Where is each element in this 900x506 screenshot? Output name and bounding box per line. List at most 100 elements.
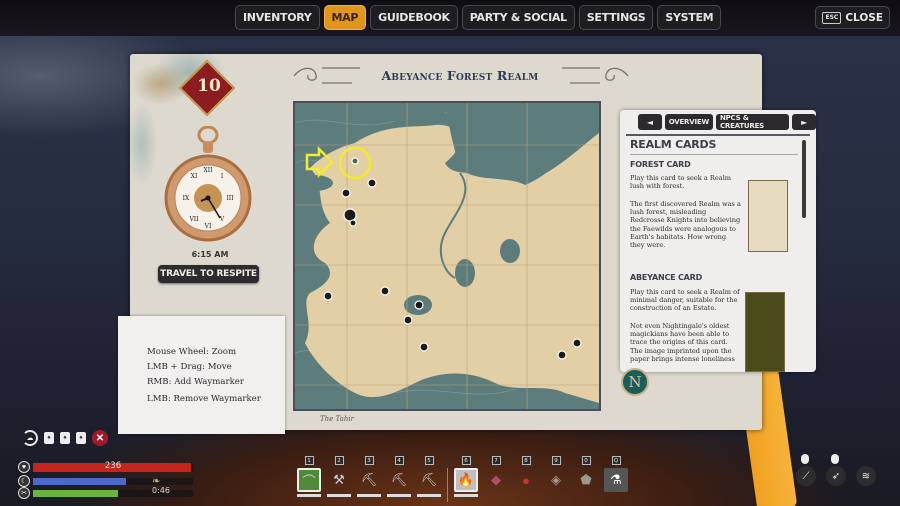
close-button[interactable]: ESC CLOSE: [815, 6, 890, 29]
slot-key: 9: [551, 456, 561, 465]
hotbar-slot[interactable]: 5 ⛏: [417, 456, 441, 497]
hotbar-slot[interactable]: Q ⚗: [604, 456, 628, 492]
house-icon[interactable]: [403, 315, 413, 325]
hotbar-slot[interactable]: 6 🔥: [454, 456, 478, 497]
esc-key-icon: ESC: [822, 11, 842, 24]
attack-icon[interactable]: ⟋: [796, 454, 816, 486]
tab-npcs-creatures[interactable]: NPCS & CREATURES: [715, 114, 790, 130]
abeyance-card-image: [745, 292, 785, 372]
pocket-watch-icon: XIIIIIVIIX IXIVVII: [164, 126, 252, 242]
shield-icon[interactable]: [572, 338, 582, 348]
card-lore: Not even Nightingale's oldest magickians…: [630, 322, 735, 363]
flourish-right-icon: [562, 67, 629, 84]
hotbar-slot[interactable]: 2 ⚒: [327, 456, 351, 497]
map-canvas[interactable]: [295, 103, 599, 409]
hotbar-slot[interactable]: 7 ◆: [484, 456, 508, 492]
camp-icon[interactable]: [349, 219, 357, 227]
divider: [626, 134, 810, 136]
tab-overview[interactable]: OVERVIEW: [664, 114, 713, 130]
codex-heading: REALM CARDS: [630, 138, 717, 151]
svg-text:VI: VI: [204, 223, 212, 230]
forest-card-image: [748, 180, 788, 252]
card-lore: The first discovered Realm was a lush fo…: [630, 200, 741, 250]
status-effects: ☁ ♠ ♠ ♠ ✕: [22, 430, 108, 446]
codex-prev-button[interactable]: ◄: [638, 114, 662, 130]
sprint-icon[interactable]: ➶: [826, 454, 846, 486]
hotbar-divider: [447, 468, 448, 502]
slot-key: 8: [521, 456, 531, 465]
buff-food-icon: ❧: [152, 476, 161, 487]
slot-key: 7: [491, 456, 501, 465]
berries-icon: ●: [522, 472, 530, 488]
realm-map[interactable]: [293, 101, 601, 411]
realm-title: Abeyance Forest Realm: [381, 68, 539, 83]
card-title: ABEYANCE CARD: [630, 273, 703, 282]
action-icons: ⟋ ➶ ≋: [796, 454, 876, 486]
close-label: CLOSE: [845, 11, 883, 24]
svg-text:XI: XI: [191, 173, 198, 180]
slot-key: 5: [424, 456, 434, 465]
meat-icon: ◆: [491, 472, 501, 487]
lake-3: [500, 239, 520, 263]
card-summary: Play this card to seek a Realm lush with…: [630, 174, 732, 191]
hotbar-slot[interactable]: 0 ⬟: [574, 456, 598, 492]
camp-icon[interactable]: [367, 178, 377, 188]
divider: [630, 154, 798, 155]
slot-key: 2: [334, 456, 344, 465]
slot-key: Q: [611, 456, 621, 465]
cancel-icon[interactable]: ✕: [92, 430, 108, 446]
tab-party-social[interactable]: PARTY & SOCIAL: [461, 5, 575, 30]
svg-text:III: III: [226, 195, 234, 202]
map-controls-note: Mouse Wheel: Zoom LMB + Drag: Move RMB: …: [118, 316, 285, 434]
hotbar: 1 ⌒ 2 ⚒ 3 ⛏ 4 ⛏ 5 ⛏ 6 🔥 7 ◆ 8 ● 9 ◈ 0 ⬟ Q ⚗: [297, 456, 628, 502]
codex-tabs: ◄ OVERVIEW NPCS & CREATURES ►: [638, 114, 816, 130]
camp-icon[interactable]: [419, 342, 429, 352]
codex-next-button[interactable]: ►: [792, 114, 816, 130]
axe-icon: ⚒: [333, 472, 345, 487]
slot-key: 4: [394, 456, 404, 465]
durability-bar: [417, 494, 441, 497]
codex-panel: ◄ OVERVIEW NPCS & CREATURES ► REALM CARD…: [620, 110, 816, 372]
dodge-icon[interactable]: ≋: [856, 466, 876, 486]
pickaxe-icon: ⛏: [390, 472, 408, 487]
card-summary: Play this card to seek a Realm of minima…: [630, 288, 740, 313]
hotbar-slot[interactable]: 3 ⛏: [357, 456, 381, 497]
tab-map[interactable]: MAP: [323, 5, 367, 30]
tab-guidebook[interactable]: GUIDEBOOK: [370, 5, 458, 30]
player-location-icon[interactable]: [343, 208, 357, 222]
durability-bar: [297, 494, 321, 497]
tab-settings[interactable]: SETTINGS: [578, 5, 654, 30]
rest-icon: ☁: [22, 430, 38, 446]
stone-icon: ⬟: [580, 472, 592, 487]
mouse-right-icon: [831, 454, 839, 464]
tab-inventory[interactable]: INVENTORY: [235, 5, 320, 30]
camp-icon[interactable]: [380, 286, 390, 296]
camp-icon[interactable]: [341, 188, 351, 198]
shield-icon[interactable]: [414, 300, 424, 310]
globe-icon[interactable]: [557, 350, 567, 360]
card-icon: ♠: [44, 432, 54, 444]
heart-icon: ♥: [18, 461, 30, 473]
mouse-left-icon: [801, 454, 809, 464]
health-track: 236: [33, 461, 193, 472]
hotbar-slot[interactable]: 4 ⛏: [387, 456, 411, 497]
utensils-icon: ✂: [18, 487, 30, 499]
tab-system[interactable]: SYSTEM: [657, 5, 722, 30]
codex-scrollbar[interactable]: [802, 140, 806, 218]
travel-to-respite-button[interactable]: TRAVEL TO RESPITE: [158, 265, 259, 283]
durability-bar: [327, 494, 351, 497]
control-hint: Mouse Wheel: Zoom: [147, 347, 237, 357]
waypoint-icon[interactable]: [351, 157, 359, 165]
torch-icon: 🔥: [454, 468, 478, 492]
stamina-track: [33, 477, 193, 485]
hotbar-slot[interactable]: 9 ◈: [544, 456, 568, 492]
potion-icon: ⚗: [604, 468, 628, 492]
camp-icon[interactable]: [323, 291, 333, 301]
hotbar-slot[interactable]: 1 ⌒: [297, 456, 321, 497]
stamina-fill: [33, 477, 126, 485]
top-navigation: INVENTORY MAP GUIDEBOOK PARTY & SOCIAL S…: [235, 5, 722, 30]
hotbar-slot[interactable]: 8 ●: [514, 456, 538, 492]
health-bar: ♥ 236: [18, 461, 193, 473]
nightingale-emblem-icon: N: [621, 368, 649, 396]
svg-text:IX: IX: [183, 195, 190, 202]
